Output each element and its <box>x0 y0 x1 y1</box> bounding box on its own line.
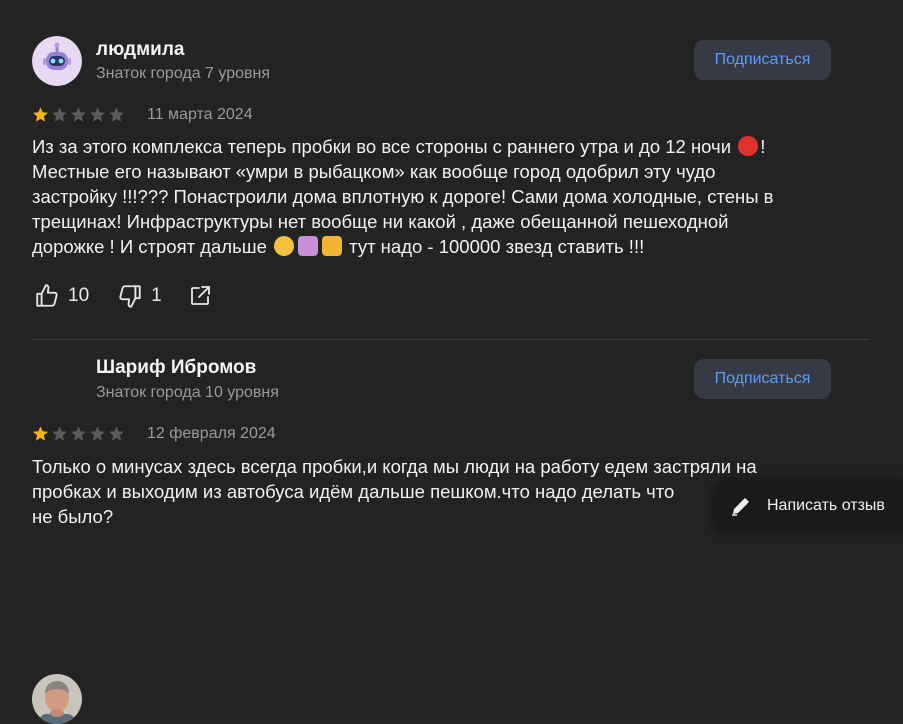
dislike-button[interactable]: 1 <box>117 283 162 309</box>
star-empty-icon <box>109 426 124 441</box>
star-empty-icon <box>90 107 105 122</box>
rating-stars <box>32 425 125 442</box>
star-empty-icon <box>71 426 86 441</box>
write-review-button[interactable]: Написать отзыв <box>715 481 903 531</box>
review-text-line: застройку !!!??? Понастроили дома вплотн… <box>32 186 774 207</box>
facepalm-emoji-icon <box>298 236 318 256</box>
like-count: 10 <box>68 285 90 306</box>
avatar[interactable] <box>32 36 82 86</box>
author-level: Знаток города 7 уровня <box>96 65 271 82</box>
dislike-count: 1 <box>151 285 162 306</box>
review-text-line: дорожке ! И строят дальше <box>32 236 267 257</box>
pencil-icon <box>732 498 749 516</box>
share-icon <box>190 286 210 305</box>
review-divider <box>32 339 870 340</box>
review-text: Из за этого комплекса теперь пробки во в… <box>32 134 842 259</box>
star-filled-icon <box>33 107 48 122</box>
review-date: 12 февраля 2024 <box>147 425 276 442</box>
like-button[interactable]: 10 <box>34 283 89 309</box>
thumbs-down-emoji-icon <box>322 236 342 256</box>
share-button[interactable] <box>188 284 212 308</box>
review-text-line: тут надо - 100000 звезд ставить !!! <box>349 236 645 257</box>
star-empty-icon <box>71 107 86 122</box>
review-date: 11 марта 2024 <box>147 106 253 123</box>
thumbs-up-icon <box>36 284 58 307</box>
review-actions: 10 1 <box>34 283 212 309</box>
review-text-line: трещинах! Инфраструктуры нет вообще ни к… <box>32 211 729 232</box>
thumbs-down-icon <box>119 285 141 308</box>
author-name[interactable]: людмила <box>96 39 184 61</box>
star-empty-icon <box>52 426 67 441</box>
review-text-line: ! <box>760 136 766 157</box>
rating-stars <box>32 106 125 123</box>
avatar[interactable] <box>32 674 82 724</box>
author-level: Знаток города 10 уровня <box>96 384 279 401</box>
star-empty-icon <box>90 426 105 441</box>
author-name[interactable]: Шариф Ибромов <box>96 357 256 379</box>
shocked-face-emoji-icon <box>274 236 294 256</box>
subscribe-button[interactable]: Подписаться <box>694 359 831 399</box>
star-empty-icon <box>52 107 67 122</box>
review-text-line: Местные его называют «умри в рыбацком» к… <box>32 161 716 182</box>
star-empty-icon <box>109 107 124 122</box>
write-review-label: Написать отзыв <box>767 497 885 514</box>
review-text-line: Из за этого комплекса теперь пробки во в… <box>32 136 732 157</box>
angry-face-emoji-icon <box>738 136 759 156</box>
subscribe-button[interactable]: Подписаться <box>694 40 831 80</box>
review-text-line: Только о минусах здесь всегда пробки,и к… <box>32 456 757 477</box>
star-filled-icon <box>33 426 48 441</box>
